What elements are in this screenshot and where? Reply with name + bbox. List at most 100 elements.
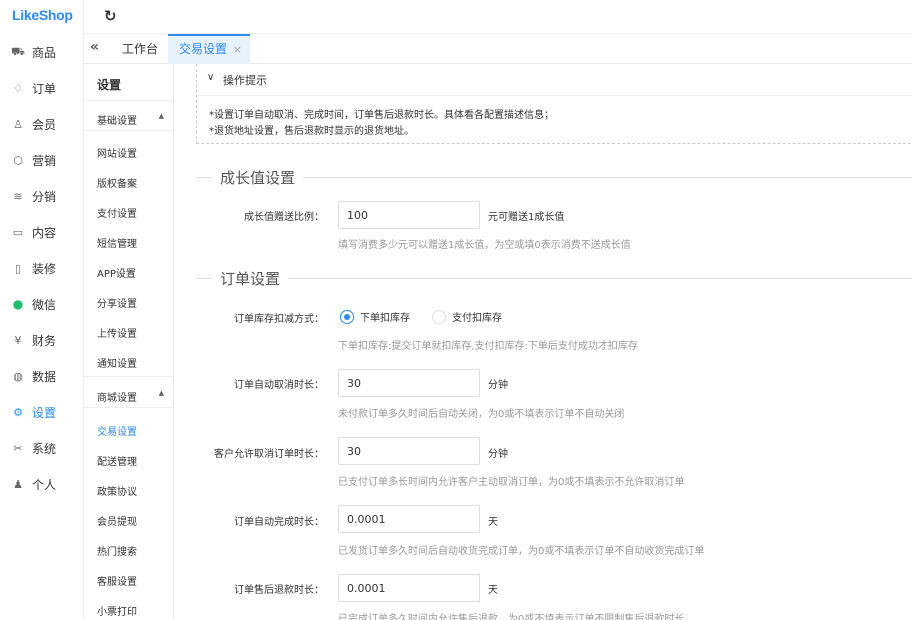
- nav-item-label: 分销: [32, 189, 57, 204]
- caret-up-icon: ▲: [158, 389, 164, 397]
- nav-item-label: 微信: [32, 297, 57, 312]
- tip-line: *设置订单自动取消、完成时间，订单售后退款时长。具体看各配置描述信息；: [209, 110, 554, 121]
- user-cancel-unit: 分钟: [488, 449, 508, 460]
- divider: [196, 177, 912, 178]
- user-cancel-label: 客户允许取消订单时长：: [214, 449, 324, 460]
- sidebar-item-withdraw[interactable]: 会员提现: [97, 513, 137, 528]
- picture-icon: ▭: [12, 225, 24, 239]
- tip-header[interactable]: ∨ 操作提示: [197, 64, 912, 96]
- growth-label: 成长值赠送比例：: [244, 212, 324, 223]
- sidebar-group-label: 商城设置: [97, 393, 137, 404]
- main-content: ∨ 操作提示 *设置订单自动取消、完成时间，订单售后退款时长。具体看各配置描述信…: [174, 64, 912, 620]
- auto-cancel-input[interactable]: [338, 369, 480, 397]
- growth-help: 填写消费多少元可以赠送1成长值，为空或填0表示消费不送成长值: [338, 240, 631, 251]
- sidebar-item-copyright[interactable]: 版权备案: [97, 175, 137, 190]
- sidebar-item-policy[interactable]: 政策协议: [97, 483, 137, 498]
- radio-order-deduct[interactable]: 下单扣库存: [340, 309, 410, 324]
- sidebar-item-notify[interactable]: 通知设置: [97, 355, 137, 370]
- radio-dot: [432, 309, 446, 324]
- growth-unit: 元可赠送1成长值: [488, 212, 565, 223]
- sidebar-group-mall[interactable]: 商城设置 ▲: [97, 389, 169, 404]
- tip-title: 操作提示: [223, 74, 267, 87]
- radio-pay-deduct[interactable]: 支付扣库存: [432, 309, 502, 324]
- sidebar-group-label: 基础设置: [97, 116, 137, 127]
- sidebar-item-website[interactable]: 网站设置: [97, 145, 137, 160]
- globe-icon: ◍: [13, 369, 23, 383]
- tools-icon: ✂: [13, 441, 23, 455]
- sidebar-group-basic[interactable]: 基础设置 ▲: [97, 112, 169, 127]
- stock-help: 下单扣库存:提交订单就扣库存,支付扣库存:下单后支付成功才扣库存: [338, 341, 638, 352]
- finish-help: 已发货订单多久时间后自动收货完成订单，为0或不填表示订单不自动收货完成订单: [338, 546, 705, 557]
- gear-icon: ⚙: [13, 405, 23, 419]
- nav-item-finance[interactable]: ¥ 财务: [0, 322, 84, 358]
- nav-item-distribution[interactable]: ≋ 分销: [0, 178, 84, 214]
- nav-item-settings[interactable]: ⚙ 设置: [0, 394, 84, 430]
- settings-sidebar: 设置 基础设置 ▲ 网站设置 版权备案 支付设置 短信管理 APP设置 分享设置…: [84, 64, 174, 620]
- nav-item-marketing[interactable]: ⬡ 营销: [0, 142, 84, 178]
- user-cancel-input[interactable]: [338, 437, 480, 465]
- radio-label: 支付扣库存: [452, 313, 502, 324]
- wechat-icon: ●: [12, 297, 24, 311]
- collapse-icon[interactable]: «: [90, 39, 99, 55]
- tip-line: *退货地址设置，售后退款时显示的退货地址。: [209, 126, 414, 137]
- nav-item-label: 数据: [32, 369, 57, 384]
- sidebar-item-share[interactable]: 分享设置: [97, 295, 137, 310]
- divider: [84, 407, 173, 408]
- sidebar-item-receipt[interactable]: 小票打印: [97, 603, 137, 618]
- nav-item-content[interactable]: ▭ 内容: [0, 214, 84, 250]
- radio-dot: [340, 309, 354, 324]
- nav-item-label: 会员: [32, 117, 57, 132]
- tab-label: 交易设置: [179, 42, 228, 56]
- tab-trade-settings[interactable]: 交易设置 ×: [168, 34, 250, 64]
- section-growth: 成长值设置: [196, 167, 912, 188]
- finish-label: 订单自动完成时长：: [234, 517, 324, 528]
- sidebar-item-app[interactable]: APP设置: [97, 265, 136, 280]
- layers-icon: ≋: [13, 189, 23, 203]
- user-icon: ♙: [13, 117, 23, 131]
- refund-unit: 天: [488, 585, 498, 596]
- divider: [84, 130, 173, 131]
- sidebar-item-payment[interactable]: 支付设置: [97, 205, 137, 220]
- nav-item-label: 系统: [32, 441, 57, 456]
- divider: [196, 278, 912, 279]
- section-title: 订单设置: [212, 268, 289, 289]
- section-title: 成长值设置: [212, 167, 304, 188]
- tab-workbench[interactable]: 工作台: [122, 34, 158, 64]
- nav-item-orders[interactable]: ♢ 订单: [0, 70, 84, 106]
- stock-radio-group: 下单扣库存 支付扣库存: [338, 309, 538, 325]
- nav-item-personal[interactable]: ♟ 个人: [0, 466, 84, 502]
- nav-item-wechat[interactable]: ● 微信: [0, 286, 84, 322]
- nav-item-label: 装修: [32, 261, 57, 276]
- nav-item-label: 商品: [32, 45, 57, 60]
- auto-finish-input[interactable]: [338, 505, 480, 533]
- sidebar-item-sms[interactable]: 短信管理: [97, 235, 137, 250]
- section-order: 订单设置: [196, 268, 912, 289]
- nav-item-data[interactable]: ◍ 数据: [0, 358, 84, 394]
- sidebar-item-trade[interactable]: 交易设置: [97, 423, 137, 438]
- logo[interactable]: LikeShop: [0, 0, 83, 32]
- refresh-icon[interactable]: ↻: [104, 7, 117, 25]
- main-nav: LikeShop ⛟ 商品 ♢ 订单 ♙ 会员 ⬡ 营销 ≋ 分销 ▭ 内容 ▯…: [0, 0, 84, 620]
- stock-label: 订单库存扣减方式：: [234, 314, 324, 325]
- nav-item-system[interactable]: ✂ 系统: [0, 430, 84, 466]
- chevron-down-icon: ∨: [207, 72, 215, 83]
- cancel-help: 未付款订单多久时间后自动关闭，为0或不填表示订单不自动关闭: [338, 409, 625, 420]
- close-icon[interactable]: ×: [233, 36, 242, 63]
- nav-item-label: 订单: [32, 81, 57, 96]
- sidebar-item-hot-search[interactable]: 热门搜索: [97, 543, 137, 558]
- growth-ratio-input[interactable]: [338, 201, 480, 229]
- person-icon: ♟: [13, 477, 23, 491]
- phone-icon: ▯: [14, 261, 22, 275]
- nav-item-members[interactable]: ♙ 会员: [0, 106, 84, 142]
- nav-item-goods[interactable]: ⛟ 商品: [0, 34, 84, 70]
- nav-item-label: 内容: [32, 225, 57, 240]
- sidebar-item-upload[interactable]: 上传设置: [97, 325, 137, 340]
- refund-help: 已完成订单多久时间内允许售后退款，为0或不填表示订单不限制售后退款时长: [338, 614, 685, 620]
- tab-bar: « 工作台 交易设置 ×: [84, 34, 912, 64]
- refund-period-input[interactable]: [338, 574, 480, 602]
- sidebar-item-delivery[interactable]: 配送管理: [97, 453, 137, 468]
- bell-icon: ♢: [13, 81, 23, 95]
- nav-item-decorate[interactable]: ▯ 装修: [0, 250, 84, 286]
- nav-item-label: 个人: [32, 477, 57, 492]
- sidebar-item-service[interactable]: 客服设置: [97, 573, 137, 588]
